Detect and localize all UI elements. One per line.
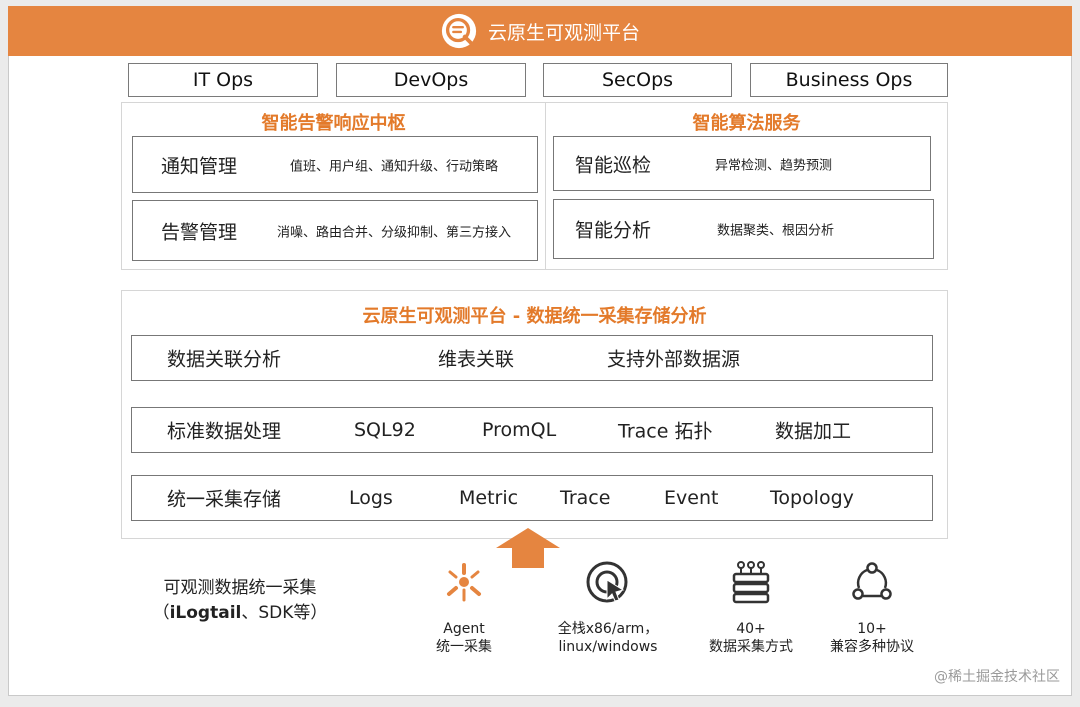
row-item: 数据加工 (775, 420, 852, 443)
card-desc: 值班、用户组、通知升级、行动策略 (290, 159, 499, 174)
card-desc: 消噪、路由合并、分级抑制、第三方接入 (277, 225, 512, 240)
row-item: 维表关联 (438, 348, 515, 371)
smart-inspection-card: 智能巡检 异常检测、趋势预测 (553, 136, 931, 191)
row-item: 标准数据处理 (167, 420, 282, 443)
smart-analysis-card: 智能分析 数据聚类、根因分析 (553, 199, 934, 259)
row-item: 统一采集存储 (167, 488, 282, 511)
feature-line2: 统一采集 (436, 639, 492, 655)
alert-center-title: 智能告警响应中枢 (261, 113, 406, 134)
row-item: Event (664, 487, 719, 509)
row-item: 数据关联分析 (167, 348, 282, 371)
ops-tab-devops: DevOps (336, 63, 526, 97)
page-title: 云原生可观测平台 (487, 21, 640, 44)
data-platform-title: 云原生可观测平台 - 数据统一采集存储分析 (362, 306, 707, 327)
feature-agent: Agent 统一采集 (394, 560, 534, 656)
algorithm-service-title: 智能算法服务 (692, 113, 801, 134)
feature-line2: 兼容多种协议 (830, 639, 914, 655)
collection-line2: （iLogtail、SDK等） (152, 603, 328, 623)
header-bar: 云原生可观测平台 (8, 6, 1072, 56)
feature-line2: 数据采集方式 (709, 639, 793, 655)
watermark: @稀土掘金技术社区 (934, 669, 1060, 685)
observability-logo-icon (441, 13, 477, 49)
row-item: Logs (349, 487, 393, 509)
data-platform-panel: 云原生可观测平台 - 数据统一采集存储分析 数据关联分析 维表关联 支持外部数据… (121, 290, 948, 539)
notification-management-card: 通知管理 值班、用户组、通知升级、行动策略 (132, 136, 538, 193)
ops-tab-business-ops: Business Ops (750, 63, 948, 97)
row-item: 支持外部数据源 (607, 348, 741, 371)
feature-line1: 全栈x86/arm， (557, 621, 659, 637)
collection-line1: 可观测数据统一采集 (163, 578, 317, 598)
feature-line2: linux/windows (558, 639, 658, 655)
card-desc: 异常检测、趋势预测 (715, 158, 833, 173)
feature-line1: Agent (443, 621, 485, 637)
card-name: 告警管理 (161, 221, 238, 243)
agent-icon (447, 563, 481, 602)
feature-protocols: 10+ 兼容多种协议 (802, 560, 942, 656)
feature-line1: 40+ (736, 621, 766, 637)
alert-management-card: 告警管理 消噪、路由合并、分级抑制、第三方接入 (132, 200, 538, 261)
row-item: Metric (459, 487, 519, 509)
feature-fullstack: 全栈x86/arm， linux/windows (538, 560, 678, 656)
protocol-network-icon (852, 562, 892, 600)
card-name: 通知管理 (161, 155, 238, 177)
database-icon (732, 561, 770, 604)
row-item: Topology (770, 487, 854, 509)
data-processing-row: 标准数据处理 SQL92 PromQL Trace 拓扑 数据加工 (131, 407, 933, 453)
ops-tab-it-ops: IT Ops (128, 63, 318, 97)
algorithm-service-panel: 智能算法服务 智能巡检 异常检测、趋势预测 智能分析 数据聚类、根因分析 (545, 102, 948, 270)
row-item: SQL92 (354, 419, 416, 441)
ilogtail-label: iLogtail (169, 603, 242, 623)
cursor-target-icon (586, 561, 628, 603)
data-correlation-row: 数据关联分析 维表关联 支持外部数据源 (131, 335, 933, 381)
card-desc: 数据聚类、根因分析 (717, 223, 835, 239)
unified-storage-row: 统一采集存储 Logs Metric Trace Event Topology (131, 475, 933, 521)
feature-collection-methods: 40+ 数据采集方式 (681, 560, 821, 656)
row-item: PromQL (482, 419, 557, 441)
card-name: 智能巡检 (575, 154, 652, 176)
row-item: Trace (560, 487, 611, 509)
ops-tab-secops: SecOps (543, 63, 732, 97)
collection-description: 可观测数据统一采集 （iLogtail、SDK等） (140, 576, 340, 626)
row-item: Trace 拓扑 (618, 420, 713, 443)
card-name: 智能分析 (575, 219, 652, 242)
feature-line1: 10+ (857, 621, 887, 637)
alert-center-panel: 智能告警响应中枢 通知管理 值班、用户组、通知升级、行动策略 告警管理 消噪、路… (121, 102, 546, 270)
